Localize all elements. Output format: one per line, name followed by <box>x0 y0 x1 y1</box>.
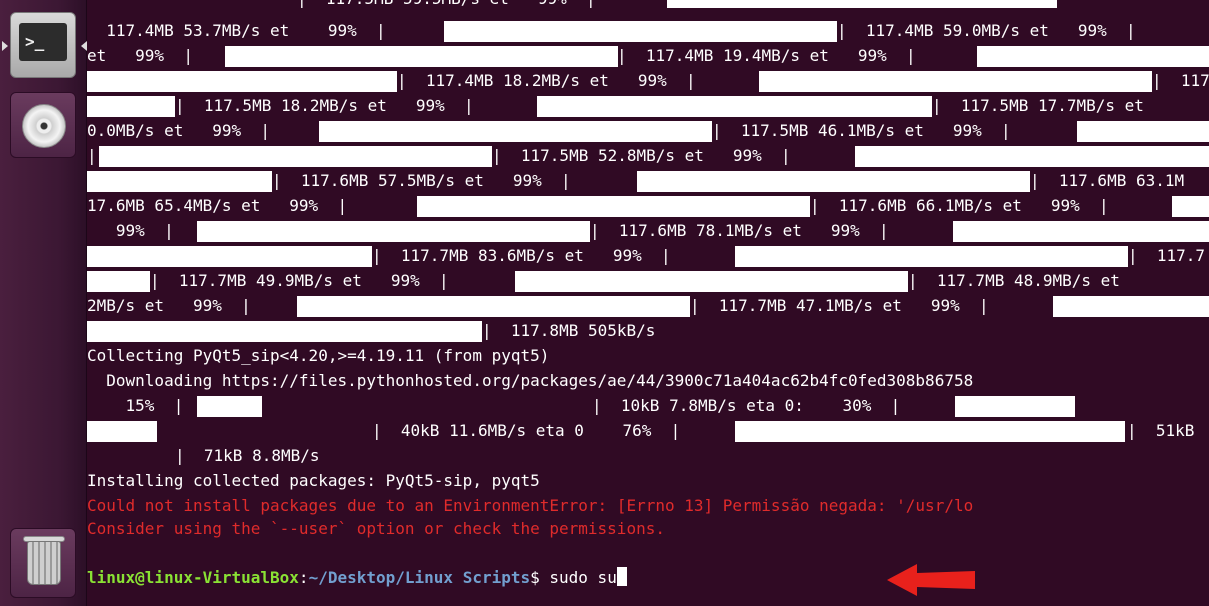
progress-line: | 117.5MB 18.2MB/s et 99% | <box>175 96 474 115</box>
progress-bar-block <box>515 271 908 292</box>
error-hint-line: Consider using the `--user` option or ch… <box>87 519 665 538</box>
progress-line: 2MB/s et 99% | <box>87 296 251 315</box>
download-progress-line: | 51kB <box>1127 421 1195 440</box>
download-progress-line: | 10kB 7.8MB/s eta 0: 30% | <box>592 396 901 415</box>
progress-bar-block <box>637 171 1030 192</box>
progress-bar-block <box>87 171 272 192</box>
download-bar-block <box>87 421 157 442</box>
trash-launcher-button[interactable] <box>10 528 76 598</box>
download-bar-block <box>955 396 1075 417</box>
prompt-user-host: linux@linux-VirtualBox <box>87 568 299 587</box>
terminal-launcher-button[interactable]: >_ <box>2 12 87 78</box>
progress-bar-block <box>667 0 1057 8</box>
progress-bar-block <box>1053 296 1209 317</box>
progress-line: | 117.7MB 47.1MB/s et 99% | <box>690 296 989 315</box>
trash-icon <box>27 541 61 585</box>
red-arrow-annotation-icon <box>887 564 975 596</box>
prompt-separator: : <box>298 568 309 587</box>
progress-line: | 117.7 <box>1128 246 1206 265</box>
progress-bar-block <box>297 296 690 317</box>
progress-line: | 117.6MB 66.1MB/s et 99% | <box>810 196 1109 215</box>
progress-bar-block <box>444 21 837 42</box>
typed-command[interactable]: sudo su <box>549 568 616 587</box>
progress-line-clipped: | 117.5MB 59.5MB/s et 99% | <box>297 0 596 12</box>
progress-line: | 117.5MB 46.1MB/s et 99% | <box>712 121 1011 140</box>
progress-line: | 117.7MB 49.9MB/s et 99% | <box>150 271 449 290</box>
text-cursor <box>616 567 627 586</box>
unity-launcher: >_ <box>0 0 87 606</box>
progress-line: 117.4MB 53.7MB/s et 99% | <box>87 21 386 40</box>
progress-line: | 117.4MB 59.0MB/s et 99% | <box>837 21 1136 40</box>
error-line: Could not install packages due to an Env… <box>87 496 974 515</box>
progress-bar-block <box>735 246 1128 267</box>
terminal-icon: >_ <box>19 23 67 61</box>
progress-bar-block <box>197 221 590 242</box>
progress-line: | 117.6MB 78.1MB/s et 99% | <box>590 221 889 240</box>
download-progress-line: | 40kB 11.6MB/s eta 0 76% | <box>372 421 681 440</box>
progress-line: et 99% | <box>87 46 193 65</box>
progress-line: | 117.8MB 505kB/s <box>482 321 656 340</box>
progress-line: | 117.7MB 48.9MB/s et <box>908 271 1120 290</box>
progress-line: | 117.4MB 19.4MB/s et 99% | <box>617 46 916 65</box>
progress-bar-block <box>1172 196 1209 217</box>
downloading-line: Downloading https://files.pythonhosted.o… <box>87 371 974 390</box>
progress-bar-block <box>87 271 150 292</box>
progress-bar-block <box>1077 121 1209 142</box>
installing-line: Installing collected packages: PyQt5-sip… <box>87 471 540 490</box>
progress-bar-block <box>759 71 1152 92</box>
progress-bar-block <box>99 146 492 167</box>
progress-bar-block <box>537 96 932 117</box>
prompt-path: ~/Desktop/Linux Scripts <box>308 568 531 587</box>
shell-prompt[interactable]: linux@linux-VirtualBox:~/Desktop/Linux S… <box>87 567 627 591</box>
progress-bar-block <box>87 246 372 267</box>
progress-bar-block <box>417 196 810 217</box>
download-bar-block <box>197 396 262 417</box>
progress-line: | 117.6MB 63.1M <box>1030 171 1185 190</box>
progress-line: 0.0MB/s et 99% | <box>87 121 271 140</box>
optical-disc-icon <box>22 104 66 148</box>
progress-line: 99% | <box>87 221 174 240</box>
progress-bar-block <box>87 96 175 117</box>
progress-line: | 117.5MB 17.7MB/s et <box>932 96 1144 115</box>
progress-line: | 117.5MB 52.8MB/s et 99% | <box>492 146 791 165</box>
active-indicator-icon <box>2 41 8 51</box>
download-progress-line: 15% | <box>87 396 184 415</box>
progress-bar-block <box>87 71 397 92</box>
progress-line: | 117.7MB 83.6MB/s et 99% | <box>372 246 671 265</box>
progress-bar-block <box>977 46 1209 67</box>
progress-bar-block <box>953 221 1209 242</box>
progress-line: 17.6MB 65.4MB/s et 99% | <box>87 196 348 215</box>
disc-launcher-button[interactable] <box>10 92 76 158</box>
prompt-symbol: $ <box>530 568 550 587</box>
download-progress-line: | 71kB 8.8MB/s <box>175 446 320 465</box>
progress-line: | <box>87 146 97 165</box>
terminal-output[interactable]: | 117.5MB 59.5MB/s et 99% | 117.4MB 53.7… <box>87 0 1209 606</box>
progress-bar-block <box>87 321 482 342</box>
progress-line: | 117.6MB 57.5MB/s et 99% | <box>272 171 571 190</box>
progress-bar-block <box>855 146 1209 167</box>
progress-line: | 117.4MB 18.2MB/s et 99% | <box>397 71 696 90</box>
progress-line: | 117 <box>1152 71 1209 90</box>
download-bar-block <box>735 421 1125 442</box>
progress-bar-block <box>319 121 712 142</box>
collecting-line: Collecting PyQt5_sip<4.20,>=4.19.11 (fro… <box>87 346 550 365</box>
progress-bar-block <box>225 46 618 67</box>
